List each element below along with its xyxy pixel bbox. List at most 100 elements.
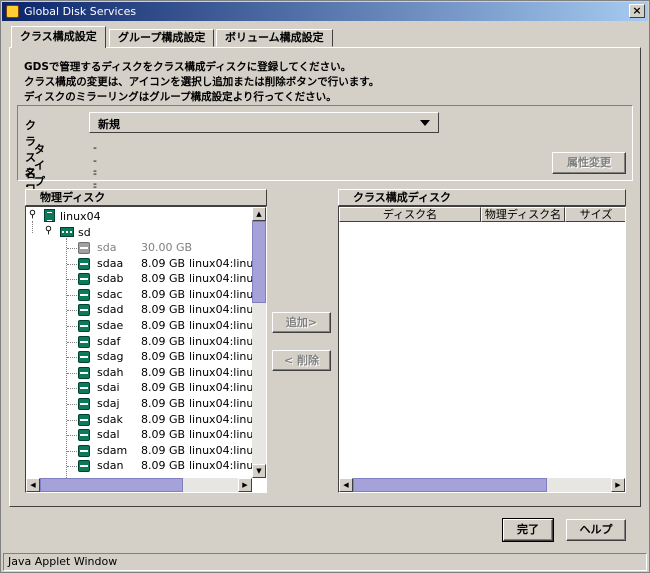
physical-disk-hscroll[interactable]: ◀ ▶ xyxy=(26,478,252,492)
disk-icon xyxy=(78,460,90,473)
class-disk-table[interactable]: ディスク名 物理ディスク名 サイズ xyxy=(338,206,626,493)
disk-icon xyxy=(78,444,90,457)
java-cup-icon xyxy=(6,5,19,18)
disk-name: sdam xyxy=(97,443,128,457)
disk-row[interactable]: sdam 8.09 GB linux04:linux xyxy=(97,443,266,459)
disk-icon xyxy=(78,398,90,410)
tab-class-config[interactable]: クラス構成設定 xyxy=(11,26,106,48)
scroll-thumb[interactable] xyxy=(252,221,266,303)
disk-icon xyxy=(78,382,90,395)
tree-host-label[interactable]: linux04 xyxy=(60,210,101,225)
scroll-right-icon[interactable]: ▶ xyxy=(238,478,252,492)
tree-line xyxy=(67,388,77,390)
disk-row[interactable]: sdal 8.09 GB linux04:linux0 xyxy=(97,428,266,443)
disk-name: sdag xyxy=(97,350,124,364)
tree-line xyxy=(67,341,77,343)
disk-icon xyxy=(78,413,90,426)
scroll-left-icon[interactable]: ◀ xyxy=(26,478,40,492)
disk-size: 8.09 GB xyxy=(141,334,186,348)
disk-name: sdai xyxy=(97,381,120,395)
disk-icon xyxy=(78,257,90,270)
disk-size: 8.09 GB xyxy=(141,303,186,317)
column-header-size[interactable]: サイズ xyxy=(565,207,625,222)
add-button[interactable]: 追加> xyxy=(272,312,331,333)
expand-toggle-icon[interactable]: ⚲ xyxy=(28,210,37,221)
disk-row[interactable]: sdai 8.09 GB linux04:linux0 xyxy=(97,381,266,396)
disk-owner: linux04:linux xyxy=(189,443,260,457)
close-button[interactable]: × xyxy=(629,4,645,18)
disk-row[interactable]: sdaf 8.09 GB linux04:linux0 xyxy=(97,334,266,350)
tab-group-config[interactable]: グループ構成設定 xyxy=(109,29,215,47)
status-bar: Java Applet Window xyxy=(3,553,647,571)
tree-line xyxy=(67,279,77,281)
done-button[interactable]: 完了 xyxy=(502,518,554,542)
tree-line xyxy=(67,372,77,374)
disk-name: sdaf xyxy=(97,334,121,348)
disk-size: 8.09 GB xyxy=(141,287,186,301)
disk-icon xyxy=(78,366,90,379)
physical-disk-vscroll[interactable]: ▲ ▼ xyxy=(252,207,266,478)
tree-line xyxy=(67,263,77,265)
disk-name: sdab xyxy=(97,272,124,286)
disk-row[interactable]: sdah 8.09 GB linux04:linux0 xyxy=(97,365,266,381)
scroll-right-icon[interactable]: ▶ xyxy=(611,478,625,492)
class-name-combo[interactable]: 新規 xyxy=(89,112,439,133)
scroll-thumb[interactable] xyxy=(40,478,183,492)
expand-toggle-icon[interactable]: ⚲ xyxy=(44,226,53,237)
tree-line xyxy=(66,238,67,492)
disk-row[interactable]: sdan 8.09 GB linux04:linux0 xyxy=(97,459,266,474)
disk-icon xyxy=(78,351,90,364)
description-line-3: ディスクのミラーリングはグループ構成設定より行ってください。 xyxy=(24,91,337,103)
disk-name: sdak xyxy=(97,412,123,426)
disk-row[interactable]: sdad 8.09 GB linux04:linux0 xyxy=(97,303,266,318)
disk-size: 8.09 GB xyxy=(141,365,186,379)
disk-size: 8.09 GB xyxy=(141,381,186,395)
disk-row[interactable]: sdac 8.09 GB linux04:linux0 xyxy=(97,287,266,303)
tree-line xyxy=(67,357,77,359)
physical-disk-tree[interactable]: ⚲ linux04 ⚲ sd sda 30.00 GB sdaa 8.09 GB lin… xyxy=(25,206,267,493)
help-button[interactable]: ヘルプ xyxy=(566,519,626,541)
disk-icon xyxy=(78,429,90,442)
column-header-disk-name[interactable]: ディスク名 xyxy=(339,207,481,222)
class-disk-hscroll[interactable]: ◀ ▶ xyxy=(339,478,625,492)
disk-icon xyxy=(78,242,90,254)
disk-name: sdal xyxy=(97,428,120,442)
disk-row[interactable]: sdaa 8.09 GB linux04:linux0 xyxy=(97,256,266,272)
disk-size: 8.09 GB xyxy=(141,459,186,473)
tree-line xyxy=(67,435,77,437)
chevron-down-icon xyxy=(420,120,430,126)
tree-line xyxy=(67,310,77,312)
description-line-1: GDSで管理するディスクをクラス構成ディスクに登録してください。 xyxy=(24,61,352,73)
disk-size: 8.09 GB xyxy=(141,428,186,442)
disk-icon xyxy=(78,335,90,348)
disk-icon xyxy=(78,288,90,301)
tree-line xyxy=(67,466,77,468)
remove-button[interactable]: < 削除 xyxy=(272,350,331,371)
scroll-up-icon[interactable]: ▲ xyxy=(252,207,266,221)
disk-size: 30.00 GB xyxy=(141,241,193,254)
scroll-left-icon[interactable]: ◀ xyxy=(339,478,353,492)
disk-row[interactable]: sdae 8.09 GB linux04:linux0 xyxy=(97,319,266,334)
description-line-2: クラス構成の変更は、アイコンを選択し追加または削除ボタンで行います。 xyxy=(24,76,380,88)
disk-icon xyxy=(78,320,90,332)
column-header-physical-disk-name[interactable]: 物理ディスク名 xyxy=(481,207,565,222)
disk-size: 8.09 GB xyxy=(141,350,186,364)
disk-row[interactable]: sdaj 8.09 GB linux04:linux0 xyxy=(97,397,266,412)
physical-disk-header: 物理ディスク xyxy=(25,189,267,206)
tree-line xyxy=(67,450,77,452)
tree-controller-label[interactable]: sd xyxy=(78,226,91,241)
tree-line xyxy=(67,419,77,421)
disk-row[interactable]: sdak 8.09 GB linux04:linux0 xyxy=(97,412,266,428)
disk-row[interactable]: sdag 8.09 GB linux04:linux0 xyxy=(97,350,266,365)
disk-size: 8.09 GB xyxy=(141,272,186,286)
scroll-thumb[interactable] xyxy=(353,478,547,492)
tree-line xyxy=(67,294,77,296)
title-bar: Global Disk Services × xyxy=(2,2,648,21)
disk-row[interactable]: sda 30.00 GB xyxy=(97,241,266,256)
disk-size: 8.09 GB xyxy=(141,397,186,410)
disk-row[interactable]: sdab 8.09 GB linux04:linux0 xyxy=(97,272,266,287)
disk-name: sdaa xyxy=(97,256,124,270)
tab-volume-config[interactable]: ボリューム構成設定 xyxy=(216,29,333,47)
scroll-down-icon[interactable]: ▼ xyxy=(252,464,266,478)
attribute-change-button[interactable]: 属性変更 xyxy=(552,152,626,174)
